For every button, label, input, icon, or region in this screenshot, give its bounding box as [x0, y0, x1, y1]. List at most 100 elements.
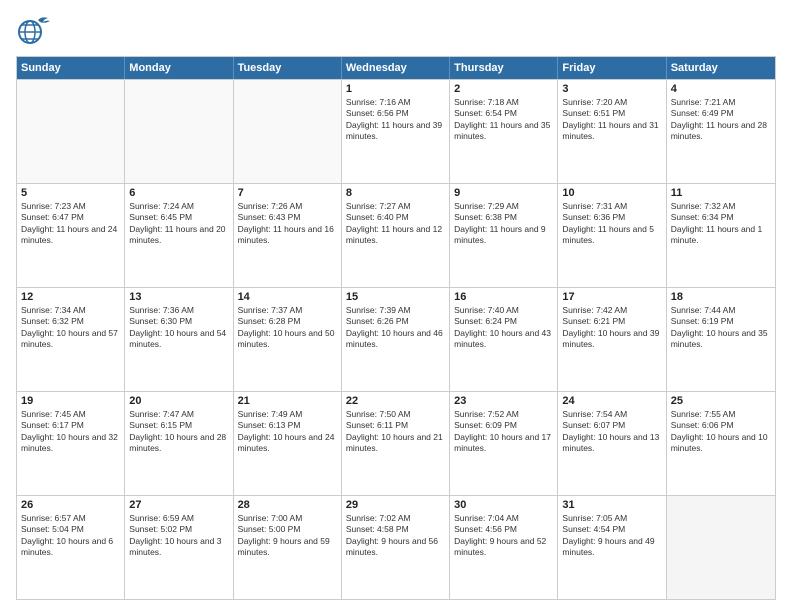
header-thursday: Thursday: [450, 57, 558, 79]
day-number: 9: [454, 187, 553, 199]
day-info: Sunrise: 7:31 AM Sunset: 6:36 PM Dayligh…: [562, 201, 661, 247]
calendar-cell: 9 Sunrise: 7:29 AM Sunset: 6:38 PM Daylig…: [450, 184, 558, 287]
calendar-week-2: 5 Sunrise: 7:23 AM Sunset: 6:47 PM Daylig…: [17, 183, 775, 287]
calendar-cell: [667, 496, 775, 599]
day-number: 25: [671, 395, 771, 407]
day-number: 18: [671, 291, 771, 303]
calendar-cell: 25 Sunrise: 7:55 AM Sunset: 6:06 PM Dayli…: [667, 392, 775, 495]
day-info: Sunrise: 7:24 AM Sunset: 6:45 PM Dayligh…: [129, 201, 228, 247]
page: Sunday Monday Tuesday Wednesday Thursday…: [0, 0, 792, 612]
day-info: Sunrise: 7:40 AM Sunset: 6:24 PM Dayligh…: [454, 305, 553, 351]
header-friday: Friday: [558, 57, 666, 79]
header-monday: Monday: [125, 57, 233, 79]
calendar-body: 1 Sunrise: 7:16 AM Sunset: 6:56 PM Daylig…: [17, 79, 775, 599]
logo-icon: [16, 12, 52, 48]
calendar-cell: 1 Sunrise: 7:16 AM Sunset: 6:56 PM Daylig…: [342, 80, 450, 183]
calendar-cell: 19 Sunrise: 7:45 AM Sunset: 6:17 PM Dayli…: [17, 392, 125, 495]
calendar: Sunday Monday Tuesday Wednesday Thursday…: [16, 56, 776, 600]
calendar-cell: 15 Sunrise: 7:39 AM Sunset: 6:26 PM Dayli…: [342, 288, 450, 391]
calendar-cell: 16 Sunrise: 7:40 AM Sunset: 6:24 PM Dayli…: [450, 288, 558, 391]
calendar-cell: 20Sunrise: 7:47 AM Sunset: 6:15 PM Dayli…: [125, 392, 233, 495]
calendar-cell: 31 Sunrise: 7:05 AM Sunset: 4:54 PM Dayli…: [558, 496, 666, 599]
day-info: Sunrise: 7:55 AM Sunset: 6:06 PM Dayligh…: [671, 409, 771, 455]
calendar-cell: 10 Sunrise: 7:31 AM Sunset: 6:36 PM Dayli…: [558, 184, 666, 287]
day-number: 13: [129, 291, 228, 303]
calendar-cell: 18 Sunrise: 7:44 AM Sunset: 6:19 PM Dayli…: [667, 288, 775, 391]
calendar-week-1: 1 Sunrise: 7:16 AM Sunset: 6:56 PM Daylig…: [17, 79, 775, 183]
calendar-cell: 3Sunrise: 7:20 AM Sunset: 6:51 PM Daylig…: [558, 80, 666, 183]
calendar-cell: 13 Sunrise: 7:36 AM Sunset: 6:30 PM Dayli…: [125, 288, 233, 391]
day-number: 20: [129, 395, 228, 407]
day-number: 21: [238, 395, 337, 407]
header: [16, 12, 776, 48]
day-number: 24: [562, 395, 661, 407]
day-number: 19: [21, 395, 120, 407]
day-info: Sunrise: 7:02 AM Sunset: 4:58 PM Dayligh…: [346, 513, 445, 559]
calendar-cell: 6 Sunrise: 7:24 AM Sunset: 6:45 PM Daylig…: [125, 184, 233, 287]
day-info: Sunrise: 7:04 AM Sunset: 4:56 PM Dayligh…: [454, 513, 553, 559]
day-number: 28: [238, 499, 337, 511]
header-saturday: Saturday: [667, 57, 775, 79]
day-number: 15: [346, 291, 445, 303]
day-info: Sunrise: 7:21 AM Sunset: 6:49 PM Dayligh…: [671, 97, 771, 143]
header-tuesday: Tuesday: [234, 57, 342, 79]
day-number: 29: [346, 499, 445, 511]
day-info: Sunrise: 6:59 AM Sunset: 5:02 PM Dayligh…: [129, 513, 228, 559]
calendar-cell: [125, 80, 233, 183]
calendar-cell: 12 Sunrise: 7:34 AM Sunset: 6:32 PM Dayli…: [17, 288, 125, 391]
day-info: Sunrise: 7:54 AM Sunset: 6:07 PM Dayligh…: [562, 409, 661, 455]
day-number: 22: [346, 395, 445, 407]
day-info: Sunrise: 7:36 AM Sunset: 6:30 PM Dayligh…: [129, 305, 228, 351]
calendar-cell: [234, 80, 342, 183]
day-info: Sunrise: 7:16 AM Sunset: 6:56 PM Dayligh…: [346, 97, 445, 143]
calendar-cell: 21 Sunrise: 7:49 AM Sunset: 6:13 PM Dayli…: [234, 392, 342, 495]
calendar-cell: 4 Sunrise: 7:21 AM Sunset: 6:49 PM Daylig…: [667, 80, 775, 183]
day-info: Sunrise: 7:39 AM Sunset: 6:26 PM Dayligh…: [346, 305, 445, 351]
calendar-cell: 7Sunrise: 7:26 AM Sunset: 6:43 PM Daylig…: [234, 184, 342, 287]
calendar-cell: 22 Sunrise: 7:50 AM Sunset: 6:11 PM Dayli…: [342, 392, 450, 495]
day-number: 16: [454, 291, 553, 303]
day-info: Sunrise: 7:45 AM Sunset: 6:17 PM Dayligh…: [21, 409, 120, 455]
day-number: 6: [129, 187, 228, 199]
day-info: Sunrise: 7:34 AM Sunset: 6:32 PM Dayligh…: [21, 305, 120, 351]
day-number: 7: [238, 187, 337, 199]
day-number: 3: [562, 83, 661, 95]
calendar-cell: 17Sunrise: 7:42 AM Sunset: 6:21 PM Dayli…: [558, 288, 666, 391]
day-info: Sunrise: 7:29 AM Sunset: 6:38 PM Dayligh…: [454, 201, 553, 247]
day-number: 1: [346, 83, 445, 95]
day-info: Sunrise: 7:44 AM Sunset: 6:19 PM Dayligh…: [671, 305, 771, 351]
day-number: 31: [562, 499, 661, 511]
day-number: 30: [454, 499, 553, 511]
calendar-cell: 26 Sunrise: 6:57 AM Sunset: 5:04 PM Dayli…: [17, 496, 125, 599]
calendar-header: Sunday Monday Tuesday Wednesday Thursday…: [17, 57, 775, 79]
logo: [16, 12, 52, 48]
day-number: 10: [562, 187, 661, 199]
day-number: 11: [671, 187, 771, 199]
calendar-cell: 28Sunrise: 7:00 AM Sunset: 5:00 PM Dayli…: [234, 496, 342, 599]
calendar-cell: 30 Sunrise: 7:04 AM Sunset: 4:56 PM Dayli…: [450, 496, 558, 599]
day-number: 17: [562, 291, 661, 303]
calendar-cell: 2Sunrise: 7:18 AM Sunset: 6:54 PM Daylig…: [450, 80, 558, 183]
day-info: Sunrise: 6:57 AM Sunset: 5:04 PM Dayligh…: [21, 513, 120, 559]
day-number: 12: [21, 291, 120, 303]
calendar-cell: 5 Sunrise: 7:23 AM Sunset: 6:47 PM Daylig…: [17, 184, 125, 287]
header-sunday: Sunday: [17, 57, 125, 79]
day-info: Sunrise: 7:50 AM Sunset: 6:11 PM Dayligh…: [346, 409, 445, 455]
day-info: Sunrise: 7:52 AM Sunset: 6:09 PM Dayligh…: [454, 409, 553, 455]
day-number: 27: [129, 499, 228, 511]
calendar-cell: 27 Sunrise: 6:59 AM Sunset: 5:02 PM Dayli…: [125, 496, 233, 599]
calendar-cell: [17, 80, 125, 183]
day-info: Sunrise: 7:05 AM Sunset: 4:54 PM Dayligh…: [562, 513, 661, 559]
day-number: 2: [454, 83, 553, 95]
day-info: Sunrise: 7:23 AM Sunset: 6:47 PM Dayligh…: [21, 201, 120, 247]
day-info: Sunrise: 7:32 AM Sunset: 6:34 PM Dayligh…: [671, 201, 771, 247]
day-info: Sunrise: 7:49 AM Sunset: 6:13 PM Dayligh…: [238, 409, 337, 455]
day-number: 14: [238, 291, 337, 303]
day-number: 5: [21, 187, 120, 199]
day-info: Sunrise: 7:27 AM Sunset: 6:40 PM Dayligh…: [346, 201, 445, 247]
calendar-cell: 11 Sunrise: 7:32 AM Sunset: 6:34 PM Dayli…: [667, 184, 775, 287]
calendar-week-4: 19 Sunrise: 7:45 AM Sunset: 6:17 PM Dayli…: [17, 391, 775, 495]
day-number: 4: [671, 83, 771, 95]
calendar-week-3: 12 Sunrise: 7:34 AM Sunset: 6:32 PM Dayli…: [17, 287, 775, 391]
day-number: 26: [21, 499, 120, 511]
